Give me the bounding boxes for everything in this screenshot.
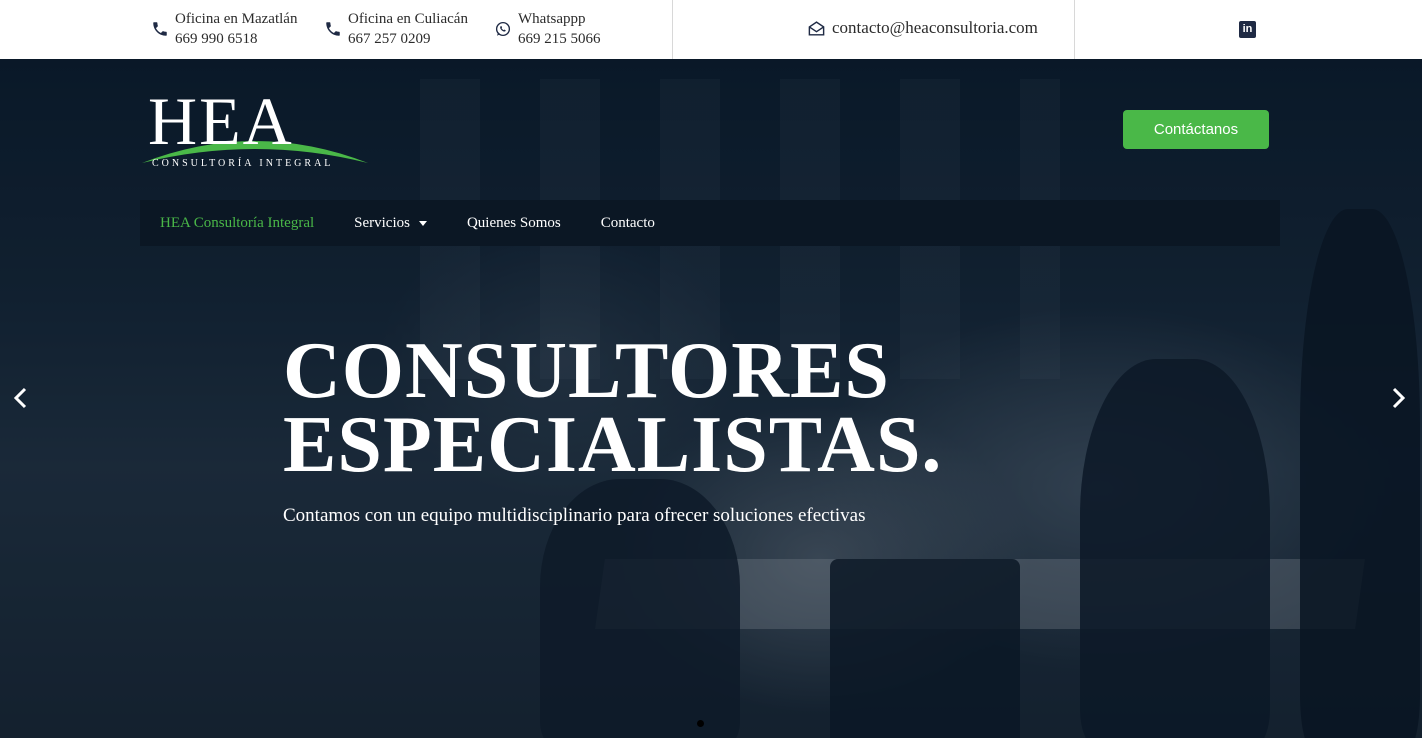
whatsapp-icon <box>494 20 512 38</box>
phone-icon <box>151 20 169 38</box>
hea-logo[interactable]: HEA CONSULTORÍA INTEGRAL <box>140 83 370 173</box>
linkedin-icon[interactable]: in <box>1239 21 1256 38</box>
chevron-left-icon <box>13 387 27 409</box>
contact-us-button[interactable]: Contáctanos <box>1123 110 1269 149</box>
contact-label: Oficina en Mazatlán <box>175 11 298 27</box>
phone-icon <box>324 20 342 38</box>
contact-mazatlan[interactable]: Oficina en Mazatlán 669 990 6518 <box>151 9 297 49</box>
contact-number[interactable]: 669 215 5066 <box>518 29 601 49</box>
hero-background-person <box>1080 359 1270 738</box>
hero-background-person <box>1300 209 1420 738</box>
topbar-divider <box>1074 0 1075 59</box>
contact-culiacan[interactable]: Oficina en Culiacán 667 257 0209 <box>324 9 468 49</box>
slider-next-button[interactable] <box>1386 385 1410 411</box>
contact-label: Whatsappp <box>518 11 586 27</box>
nav-item-servicios[interactable]: Servicios <box>334 200 447 246</box>
hero-headline: CONSULTORES ESPECIALISTAS. <box>283 327 943 489</box>
chevron-right-icon <box>1392 387 1406 409</box>
hero-subheadline: Contamos con un equipo multidisciplinari… <box>283 505 866 526</box>
contact-whatsapp[interactable]: Whatsappp 669 215 5066 <box>494 9 601 49</box>
hero-background-chair <box>830 559 1020 738</box>
logo-letters: HEA <box>148 83 294 159</box>
topbar-divider <box>672 0 673 59</box>
hero-headline-line-2: ESPECIALISTAS. <box>283 401 943 489</box>
logo-subtitle: CONSULTORÍA INTEGRAL <box>152 158 334 169</box>
contact-number[interactable]: 667 257 0209 <box>348 29 468 49</box>
nav-item-contacto[interactable]: Contacto <box>581 200 675 246</box>
nav-item-label: Servicios <box>354 215 410 231</box>
contact-label: Oficina en Culiacán <box>348 11 468 27</box>
hero-headline-line-1: CONSULTORES <box>283 327 890 415</box>
main-nav: HEA Consultoría Integral Servicios Quien… <box>140 200 1280 246</box>
nav-item-quienes-somos[interactable]: Quienes Somos <box>447 200 581 246</box>
slider-prev-button[interactable] <box>9 385 33 411</box>
envelope-icon <box>807 19 826 38</box>
top-bar: Oficina en Mazatlán 669 990 6518 Oficina… <box>0 0 1422 59</box>
slider-pagination-dot[interactable] <box>697 720 704 727</box>
nav-item-label: HEA Consultoría Integral <box>160 215 315 231</box>
caret-down-icon <box>418 220 427 226</box>
nav-item-home[interactable]: HEA Consultoría Integral <box>140 200 334 246</box>
contact-number[interactable]: 669 990 6518 <box>175 29 297 49</box>
email-link[interactable]: contacto@heaconsultoria.com <box>807 18 1038 38</box>
email-address[interactable]: contacto@heaconsultoria.com <box>832 18 1038 38</box>
nav-item-label: Quienes Somos <box>466 215 561 231</box>
nav-item-label: Contacto <box>600 215 655 231</box>
hero-slider: HEA CONSULTORÍA INTEGRAL Contáctanos HEA… <box>0 59 1422 738</box>
